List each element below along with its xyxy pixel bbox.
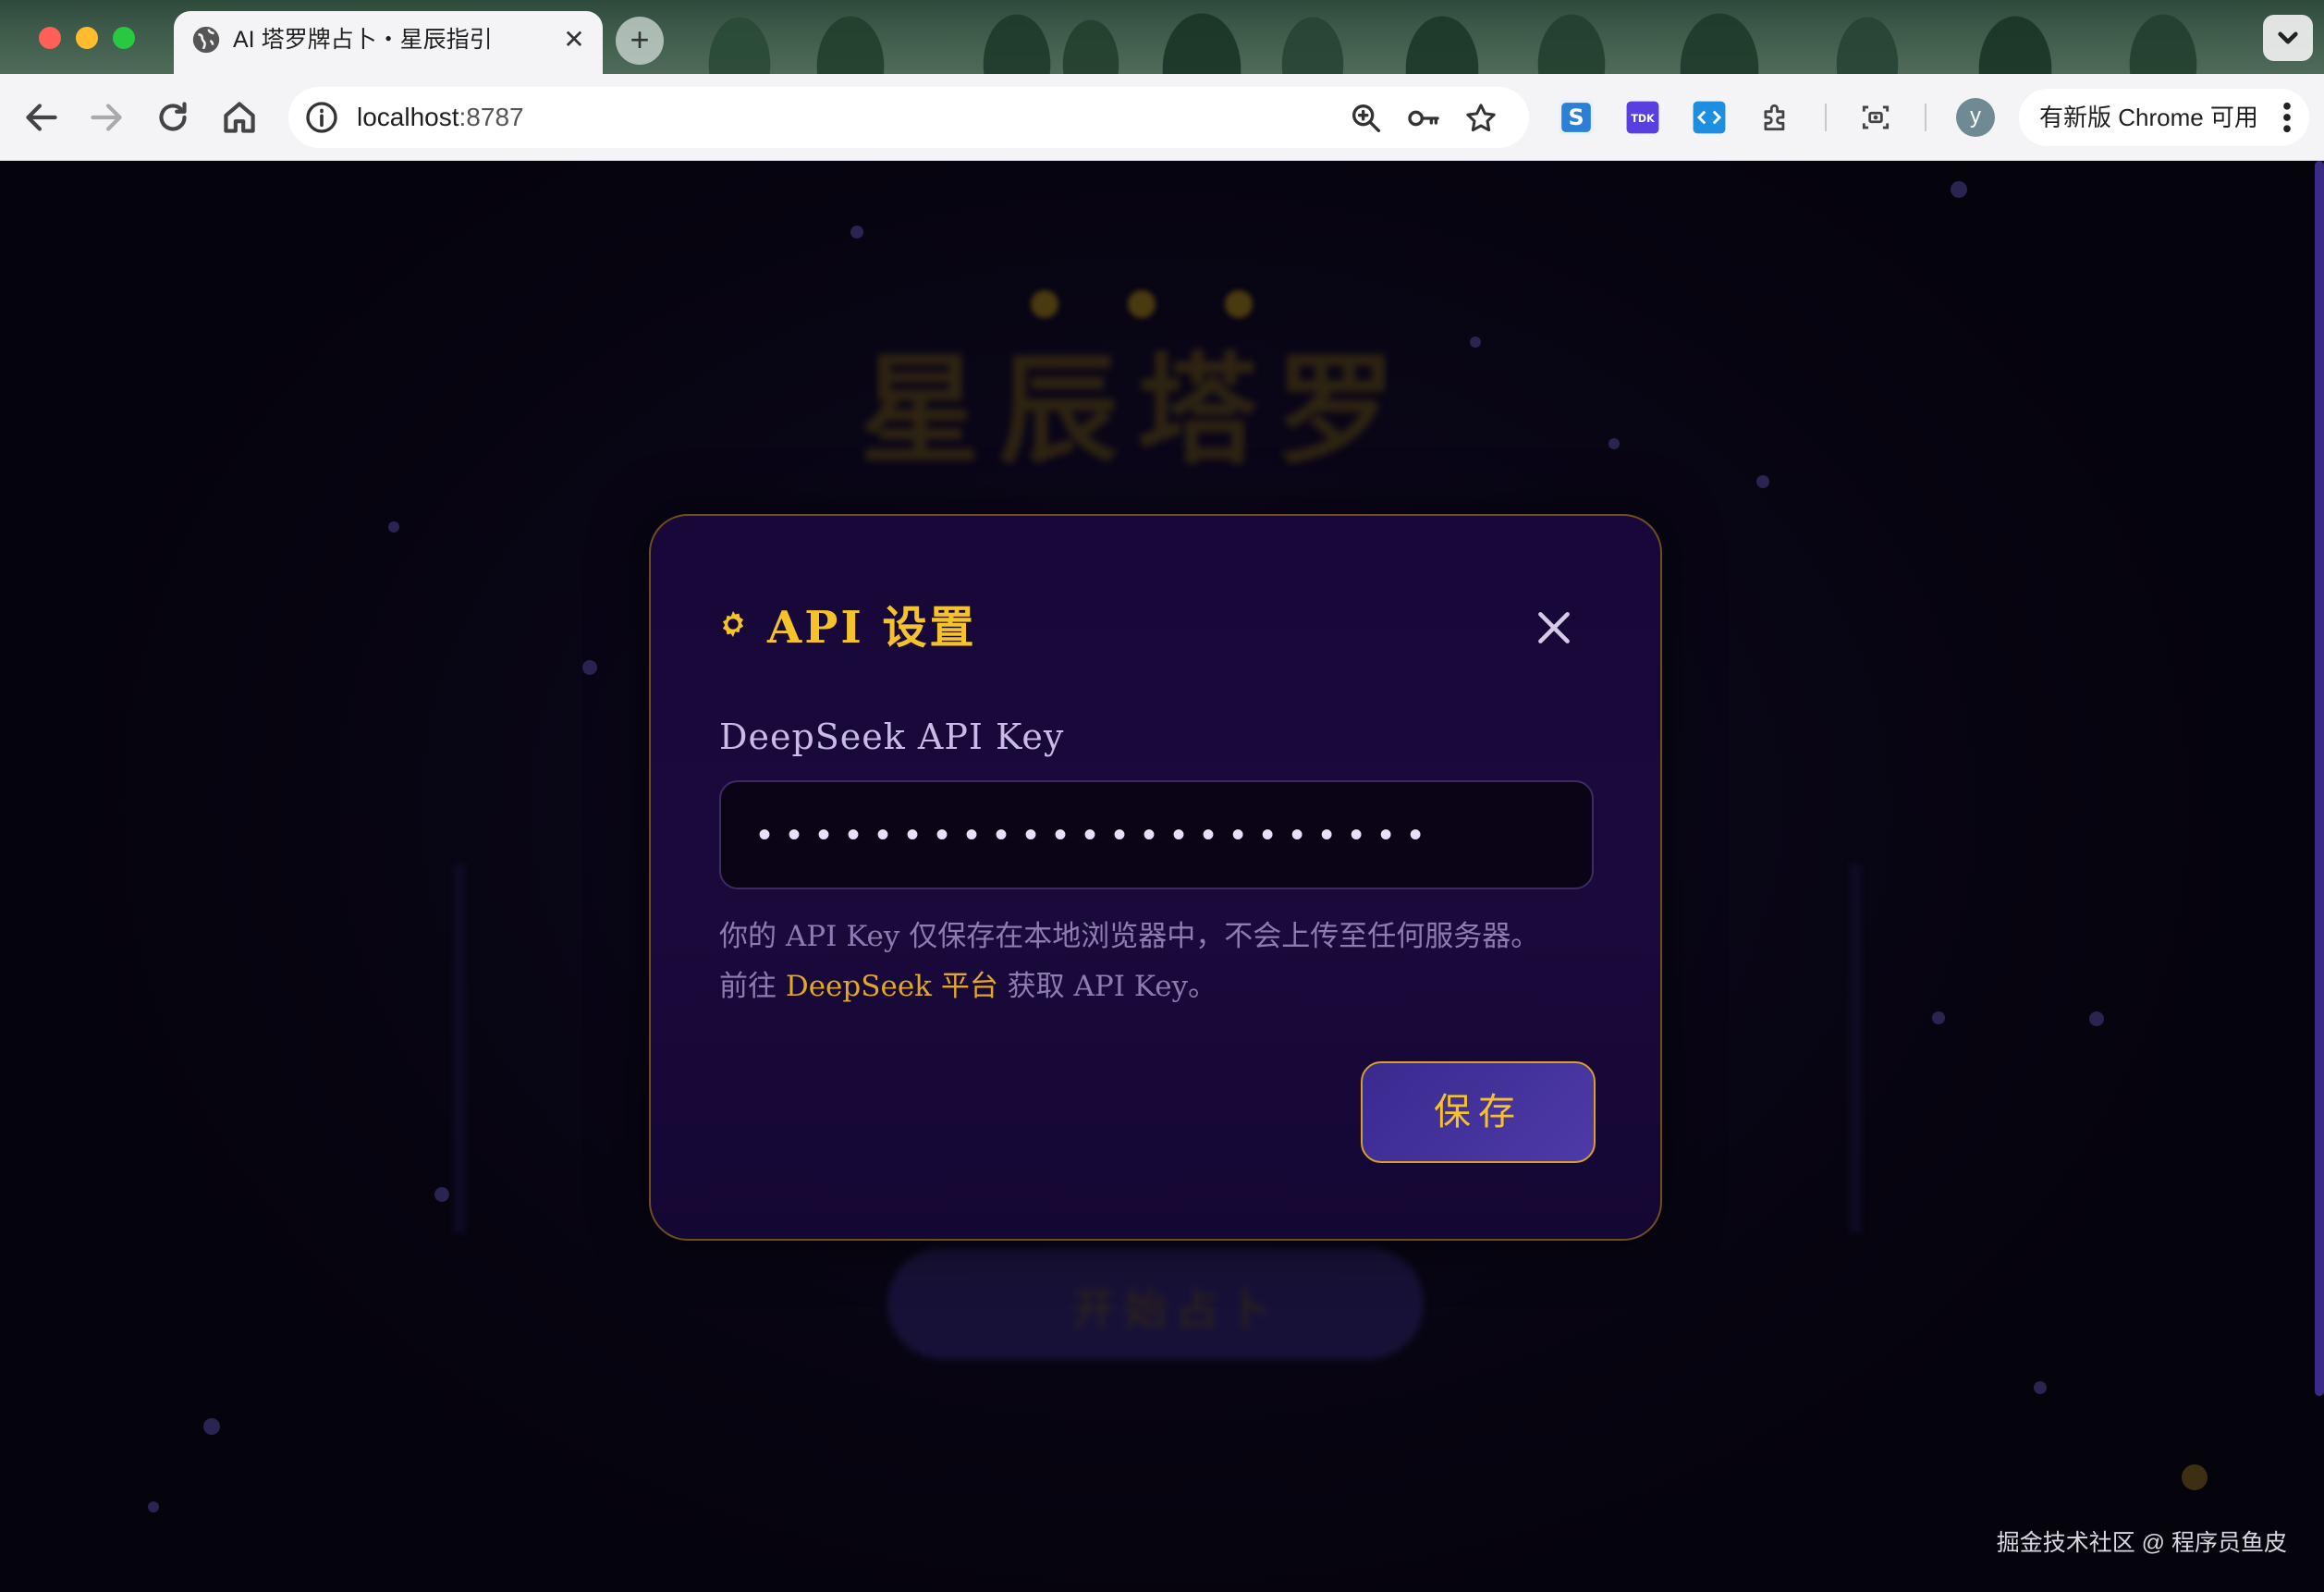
svg-text:S: S <box>1568 104 1584 130</box>
decorative-star-icon <box>1031 290 1058 318</box>
star <box>434 1187 449 1202</box>
star <box>1608 438 1620 449</box>
star <box>582 660 597 675</box>
browser-toolbar: localhost:8787 S TDK y 有新版 Chrome 可用 <box>0 74 2324 161</box>
url-port: :8787 <box>459 103 524 131</box>
star <box>388 521 399 533</box>
page-scrollbar[interactable] <box>2315 161 2324 1396</box>
gear-icon <box>722 610 744 638</box>
password-key-icon[interactable] <box>1405 100 1442 137</box>
update-label: 有新版 Chrome 可用 <box>2039 104 2258 131</box>
profile-avatar[interactable]: y <box>1956 98 1995 137</box>
save-button[interactable]: 保存 <box>1361 1061 1596 1163</box>
decorative-star-icon <box>1128 290 1156 318</box>
tdk-extension-icon[interactable]: TDK <box>1625 100 1660 135</box>
api-key-input[interactable]: ••••••••••••••••••••••• <box>719 780 1594 889</box>
watermark-text: 掘金技术社区 @ 程序员鱼皮 <box>1996 1530 2287 1556</box>
api-settings-modal: API 设置 DeepSeek API Key ••••••••••••••••… <box>649 514 1662 1241</box>
star <box>1932 1011 1945 1024</box>
background-start-label: 开始占卜 <box>1072 1285 1279 1333</box>
kebab-menu-icon[interactable] <box>2278 98 2296 137</box>
modal-title-text: API 设置 <box>767 602 977 654</box>
zoom-icon[interactable] <box>1348 100 1385 137</box>
address-bar[interactable]: localhost:8787 <box>288 87 1529 148</box>
star <box>1951 181 1967 198</box>
new-tab-button[interactable]: + <box>616 17 664 65</box>
background-card-edge <box>453 863 466 1233</box>
star <box>2089 1011 2104 1026</box>
home-icon[interactable] <box>216 94 263 141</box>
back-arrow-icon[interactable] <box>18 94 65 141</box>
tab-title: AI 塔罗牌占卜・星辰指引 <box>233 27 493 53</box>
decorative-star-icon <box>1225 290 1253 318</box>
toolbar-divider <box>1825 104 1827 131</box>
globe-icon <box>192 26 220 54</box>
url-text[interactable]: localhost:8787 <box>357 100 524 135</box>
close-icon[interactable] <box>1531 605 1577 651</box>
modal-title: API 设置 <box>717 595 977 660</box>
tab-active[interactable]: AI 塔罗牌占卜・星辰指引 ✕ <box>174 11 603 74</box>
bookmark-star-icon[interactable] <box>1462 100 1499 137</box>
chrome-update-button[interactable]: 有新版 Chrome 可用 <box>2019 89 2309 146</box>
star <box>1470 337 1481 348</box>
hint-prefix: 前往 <box>719 970 786 1003</box>
star <box>148 1501 159 1512</box>
api-key-hint: 你的 API Key 仅保存在本地浏览器中，不会上传至任何服务器。 前往 Dee… <box>719 912 1607 1011</box>
chevron-down-icon <box>2278 31 2298 44</box>
maximize-window-button[interactable] <box>113 27 135 49</box>
star <box>2182 1464 2208 1490</box>
tab-close-icon[interactable]: ✕ <box>558 24 590 55</box>
star <box>850 226 863 239</box>
page-viewport: 星辰塔罗 开始占卜 API 设置 DeepSeek API Key ••••••… <box>0 161 2324 1592</box>
minimize-window-button[interactable] <box>76 27 98 49</box>
site-info-icon[interactable] <box>303 99 340 136</box>
hint-suffix: 获取 API Key。 <box>997 970 1217 1003</box>
code-extension-icon[interactable] <box>1692 100 1727 135</box>
background-card-edge <box>1849 863 1862 1233</box>
close-window-button[interactable] <box>39 27 61 49</box>
hint-line-privacy: 你的 API Key 仅保存在本地浏览器中，不会上传至任何服务器。 <box>719 920 1540 953</box>
background-start-button: 开始占卜 <box>887 1248 1424 1359</box>
deepseek-platform-link[interactable]: DeepSeek 平台 <box>786 970 998 1003</box>
star <box>203 1418 220 1435</box>
svg-text:TDK: TDK <box>1631 113 1655 125</box>
window-titlebar: AI 塔罗牌占卜・星辰指引 ✕ + <box>0 0 2324 74</box>
forward-arrow-icon[interactable] <box>83 94 129 141</box>
sogou-extension-icon[interactable]: S <box>1559 100 1594 135</box>
reload-icon[interactable] <box>150 94 196 141</box>
background-page-title: 星辰塔罗 <box>860 339 1415 481</box>
api-key-label: DeepSeek API Key <box>719 716 1065 757</box>
hint-line-link: 前往 DeepSeek 平台 获取 API Key。 <box>719 961 1607 1011</box>
star <box>2034 1381 2047 1394</box>
star <box>1756 475 1769 488</box>
toolbar-divider <box>1925 104 1926 131</box>
extensions-puzzle-icon[interactable] <box>1758 100 1793 135</box>
screenshot-icon[interactable] <box>1858 100 1893 135</box>
url-host: localhost <box>357 103 459 131</box>
tab-search-button[interactable] <box>2263 15 2313 61</box>
